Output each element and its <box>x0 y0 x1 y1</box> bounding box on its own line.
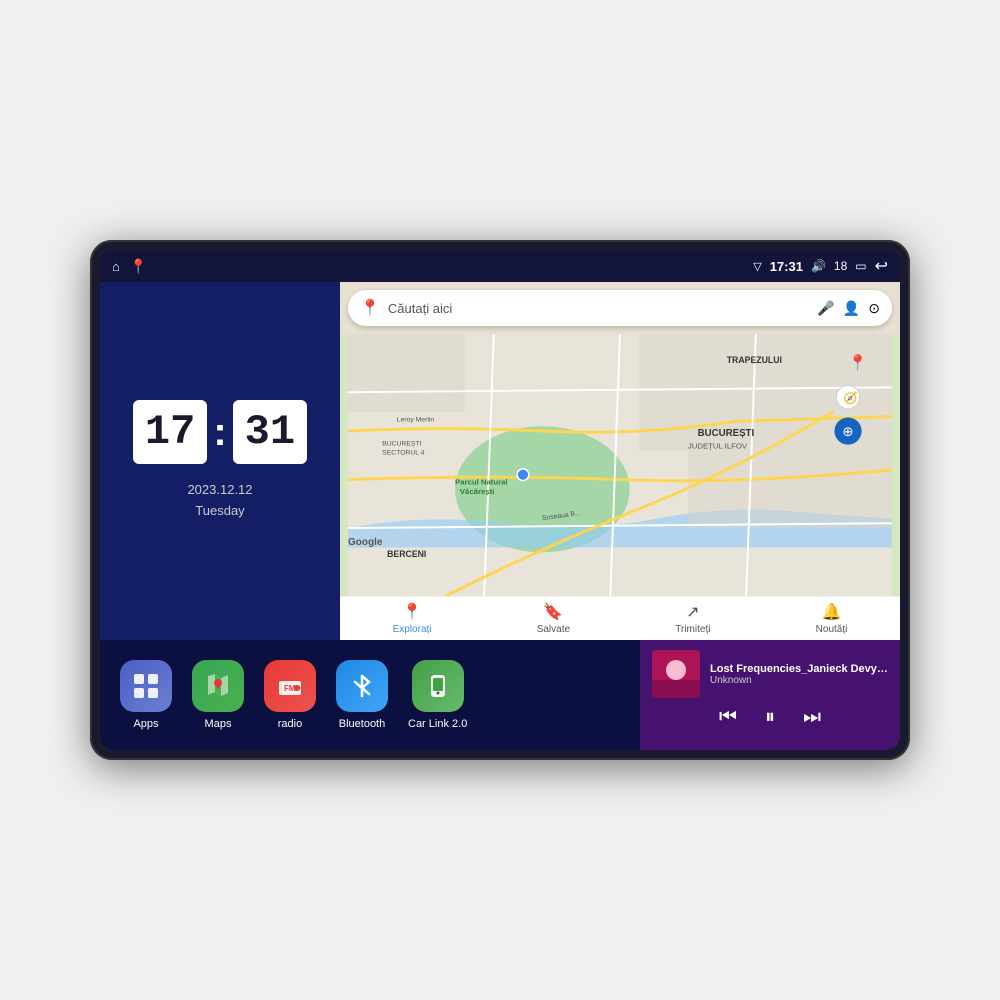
svg-text:BERCENI: BERCENI <box>387 549 426 559</box>
send-icon: ↗ <box>686 602 699 622</box>
google-logo: Google <box>348 537 382 548</box>
app-icon-apps[interactable]: Apps <box>120 660 172 730</box>
bottom-section: Apps Maps <box>100 640 900 750</box>
svg-text:BUCUREȘTI: BUCUREȘTI <box>698 428 755 439</box>
app-icon-carlink[interactable]: Car Link 2.0 <box>408 660 467 730</box>
svg-text:⊕: ⊕ <box>842 424 853 439</box>
clock-minute: 31 <box>233 400 307 464</box>
avatar-icon[interactable]: 👤 <box>843 300 860 317</box>
layers-icon[interactable]: ⊙ <box>868 300 880 317</box>
app-icon-bluetooth[interactable]: Bluetooth <box>336 660 388 730</box>
top-section: 17 : 31 2023.12.12 Tuesday 📍 Căutați aic… <box>100 282 900 640</box>
clock-display: 17 : 31 <box>133 400 307 464</box>
carlink-icon <box>412 660 464 712</box>
svg-text:Leroy Merlin: Leroy Merlin <box>397 416 435 423</box>
time-display: 17:31 <box>770 259 803 274</box>
music-player: Lost Frequencies_Janieck Devy-... Unknow… <box>640 640 900 750</box>
svg-text:Văcărești: Văcărești <box>460 487 494 496</box>
svg-text:BUCUREȘTI: BUCUREȘTI <box>382 441 421 448</box>
bluetooth-icon <box>336 660 388 712</box>
maps-icon <box>192 660 244 712</box>
volume-icon: 🔊 <box>811 259 826 273</box>
clock-date: 2023.12.12 Tuesday <box>187 480 252 522</box>
app-icons-section: Apps Maps <box>100 640 640 750</box>
explore-label: Explorați <box>393 624 432 635</box>
app-icon-radio[interactable]: FM radio <box>264 660 316 730</box>
battery-level: 18 <box>834 259 847 273</box>
svg-text:Parcul Natural: Parcul Natural <box>455 477 508 486</box>
apps-icon <box>120 660 172 712</box>
news-label: Noutăți <box>816 624 848 635</box>
svg-text:📍: 📍 <box>848 353 867 372</box>
main-content: 17 : 31 2023.12.12 Tuesday 📍 Căutați aic… <box>100 282 900 750</box>
map-search-text[interactable]: Căutați aici <box>388 301 809 316</box>
app-icon-maps[interactable]: Maps <box>192 660 244 730</box>
svg-text:TRAPEZULUI: TRAPEZULUI <box>727 355 782 365</box>
music-title: Lost Frequencies_Janieck Devy-... <box>710 663 888 675</box>
send-label: Trimiteți <box>675 624 710 635</box>
prev-button[interactable]: ⏮ <box>719 706 737 729</box>
saved-icon: 🔖 <box>543 602 563 622</box>
status-bar: ⌂ 📍 ▽ 17:31 🔊 18 ▭ ↩ <box>100 250 900 282</box>
voice-search-icon[interactable]: 🎤 <box>817 300 834 317</box>
status-right: ▽ 17:31 🔊 18 ▭ ↩ <box>753 256 888 276</box>
album-art <box>652 650 700 698</box>
map-svg: TRAPEZULUI BUCUREȘTI JUDEȚUL ILFOV BERCE… <box>340 334 900 596</box>
back-icon[interactable]: ↩ <box>875 256 888 276</box>
play-pause-button[interactable]: ⏸ <box>765 706 775 729</box>
map-nav-saved[interactable]: 🔖 Salvate <box>537 602 570 635</box>
svg-text:SECTORUL 4: SECTORUL 4 <box>382 449 424 456</box>
next-button[interactable]: ⏭ <box>803 706 821 729</box>
album-image <box>652 650 700 698</box>
apps-label: Apps <box>133 718 158 730</box>
device-screen: ⌂ 📍 ▽ 17:31 🔊 18 ▭ ↩ 17 : 31 <box>100 250 900 750</box>
music-controls: ⏮ ⏸ ⏭ <box>652 706 888 729</box>
svg-text:JUDEȚUL ILFOV: JUDEȚUL ILFOV <box>688 442 748 451</box>
music-info: Lost Frequencies_Janieck Devy-... Unknow… <box>652 650 888 698</box>
map-search-bar[interactable]: 📍 Căutați aici 🎤 👤 ⊙ <box>348 290 892 326</box>
map-widget[interactable]: 📍 Căutați aici 🎤 👤 ⊙ <box>340 282 900 640</box>
news-icon: 🔔 <box>822 602 842 622</box>
map-nav-send[interactable]: ↗ Trimiteți <box>675 602 710 635</box>
explore-icon: 📍 <box>402 602 422 622</box>
map-nav-explore[interactable]: 📍 Explorați <box>393 602 432 635</box>
svg-text:🧭: 🧭 <box>843 391 857 405</box>
radio-icon: FM <box>264 660 316 712</box>
saved-label: Salvate <box>537 624 570 635</box>
clock-widget: 17 : 31 2023.12.12 Tuesday <box>100 282 340 640</box>
carlink-label: Car Link 2.0 <box>408 718 467 730</box>
maps-label: Maps <box>205 718 232 730</box>
clock-colon: : <box>213 412 226 452</box>
music-artist: Unknown <box>710 675 888 686</box>
bluetooth-label: Bluetooth <box>339 718 385 730</box>
radio-label: radio <box>278 718 302 730</box>
maps-logo-icon: 📍 <box>360 298 380 318</box>
status-left: ⌂ 📍 <box>112 258 147 275</box>
music-text: Lost Frequencies_Janieck Devy-... Unknow… <box>710 663 888 686</box>
location-pin-icon[interactable]: 📍 <box>130 258 147 275</box>
home-icon[interactable]: ⌂ <box>112 259 120 274</box>
battery-icon: ▭ <box>855 259 866 273</box>
map-bottom-bar: 📍 Explorați 🔖 Salvate ↗ Trimiteți 🔔 <box>340 596 900 640</box>
signal-icon: ▽ <box>753 260 761 273</box>
map-body: TRAPEZULUI BUCUREȘTI JUDEȚUL ILFOV BERCE… <box>340 334 900 596</box>
map-nav-news[interactable]: 🔔 Noutăți <box>816 602 848 635</box>
clock-hour: 17 <box>133 400 207 464</box>
car-display-device: ⌂ 📍 ▽ 17:31 🔊 18 ▭ ↩ 17 : 31 <box>90 240 910 760</box>
